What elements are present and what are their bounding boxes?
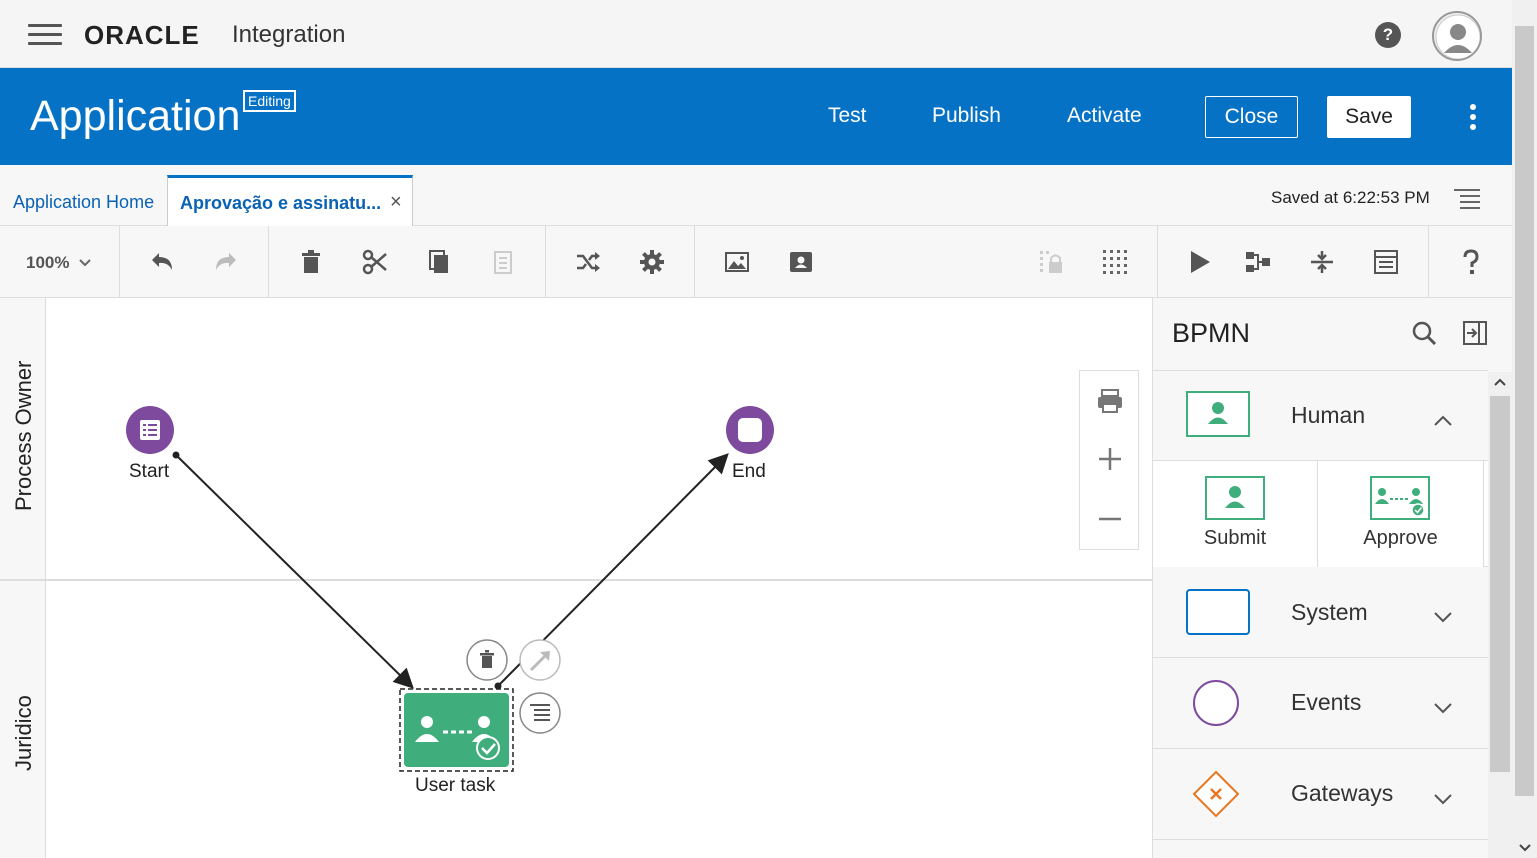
palette-section-label: Gateways (1291, 780, 1394, 806)
palette-section-gateways[interactable]: Gateways (1153, 749, 1488, 840)
palette-section-label: Events (1291, 689, 1362, 715)
flow-source-dot (172, 451, 180, 459)
palette-section-label: Human (1291, 402, 1366, 428)
play-icon[interactable] (1186, 248, 1214, 276)
tab-bar: Application Home Aprovação e assinatu...… (0, 165, 1512, 227)
start-event[interactable] (126, 406, 174, 454)
expand-flow-icon[interactable] (1244, 248, 1272, 276)
test-button[interactable]: Test (828, 104, 867, 128)
print-icon[interactable] (1096, 387, 1124, 415)
more-options-icon[interactable] (1465, 104, 1481, 132)
tab-application-home[interactable]: Application Home (13, 192, 154, 213)
scroll-down-icon[interactable] (1518, 843, 1532, 853)
submit-task-icon (1205, 476, 1265, 520)
contact-card-icon[interactable] (787, 248, 815, 276)
user-avatar-icon (1435, 14, 1480, 59)
cut-icon[interactable] (361, 248, 389, 276)
collapse-panel-icon[interactable] (1462, 320, 1488, 346)
copy-icon[interactable] (425, 248, 453, 276)
chevron-down-icon[interactable] (1433, 791, 1453, 805)
zoom-value: 100% (26, 253, 70, 272)
close-button[interactable]: Close (1205, 96, 1298, 138)
paste-icon[interactable] (489, 248, 517, 276)
zoom-in-icon[interactable] (1096, 445, 1124, 473)
chevron-down-icon[interactable] (1433, 609, 1453, 623)
system-task-icon (1186, 589, 1250, 635)
end-event-label: End (732, 461, 766, 482)
user-avatar[interactable] (1432, 11, 1482, 61)
zoom-select[interactable]: 100% (26, 253, 92, 273)
chevron-down-icon[interactable] (1433, 700, 1453, 714)
list-menu-icon[interactable] (1454, 187, 1480, 209)
end-event[interactable] (726, 406, 774, 454)
scroll-up-icon[interactable] (1493, 377, 1507, 387)
tab-close-icon[interactable]: × (390, 191, 402, 214)
event-circle-icon (1193, 680, 1239, 726)
palette-section-events[interactable]: Events (1153, 658, 1488, 749)
image-icon[interactable] (723, 248, 751, 276)
table-view-icon[interactable] (1372, 248, 1400, 276)
help-question-icon[interactable] (1457, 248, 1485, 276)
publish-button[interactable]: Publish (932, 104, 1001, 128)
lock-grid-icon[interactable] (1037, 248, 1065, 276)
palette-scroll-thumb[interactable] (1490, 396, 1510, 772)
help-icon[interactable]: ? (1375, 22, 1401, 48)
editor-toolbar: 100% (0, 226, 1512, 298)
palette-item-submit[interactable]: Submit (1153, 461, 1318, 567)
palette-section-system[interactable]: System (1153, 567, 1488, 658)
product-name: Integration (232, 21, 346, 48)
page-scroll-thumb[interactable] (1515, 26, 1534, 796)
sequence-flow-start-to-task (175, 454, 414, 689)
hamburger-menu-icon[interactable] (28, 24, 62, 46)
start-event-label: Start (129, 461, 170, 482)
flow-diagram (126, 406, 774, 772)
search-icon[interactable] (1411, 320, 1437, 346)
node-connect-action[interactable] (519, 639, 561, 681)
delete-icon[interactable] (297, 248, 325, 276)
zoom-panel (1079, 370, 1139, 550)
editing-badge: Editing (243, 90, 296, 112)
palette-item-approve[interactable]: Approve (1318, 461, 1484, 567)
chevron-up-icon[interactable] (1433, 413, 1453, 427)
top-bar: ORACLE Integration ? (0, 0, 1512, 68)
human-task-icon (1186, 391, 1250, 437)
undo-icon[interactable] (148, 248, 176, 276)
gateway-diamond-icon (1192, 770, 1240, 818)
user-task-node[interactable] (399, 688, 514, 772)
palette-human-items: Submit Approve (1153, 461, 1488, 567)
tab-active-label: Aprovação e assinatu... (180, 193, 382, 213)
palette-scrollbar[interactable] (1488, 372, 1512, 858)
collapse-arrows-icon[interactable] (1308, 248, 1336, 276)
saved-status: Saved at 6:22:53 PM (1271, 188, 1430, 207)
bpmn-palette: BPMN Human Submit Approve System Events … (1152, 298, 1512, 858)
palette-section-human[interactable]: Human (1153, 370, 1488, 461)
page-title: Application (30, 92, 241, 140)
grid-icon[interactable] (1101, 248, 1129, 276)
page-scrollbar[interactable] (1512, 0, 1537, 858)
palette-section-label: System (1291, 599, 1368, 625)
node-delete-action[interactable] (466, 639, 508, 681)
oracle-logo: ORACLE (84, 20, 200, 50)
palette-item-label: Submit (1203, 527, 1267, 549)
user-task-label: User task (415, 775, 496, 796)
approve-task-icon (1370, 476, 1430, 520)
palette-item-label: Approve (1363, 527, 1438, 549)
tab-active-process[interactable]: Aprovação e assinatu... × (167, 175, 413, 227)
save-button[interactable]: Save (1327, 96, 1411, 138)
settings-gear-icon[interactable] (638, 248, 666, 276)
chevron-down-icon (79, 259, 91, 267)
zoom-out-icon[interactable] (1096, 505, 1124, 533)
activate-button[interactable]: Activate (1067, 104, 1142, 128)
palette-title: BPMN (1172, 318, 1251, 348)
application-header: Application Editing Test Publish Activat… (0, 68, 1512, 165)
process-canvas[interactable]: Process Owner Juridico Start End User ta… (0, 298, 1152, 858)
redo-icon[interactable] (212, 248, 240, 276)
node-properties-action[interactable] (519, 692, 561, 734)
shuffle-icon[interactable] (574, 248, 602, 276)
